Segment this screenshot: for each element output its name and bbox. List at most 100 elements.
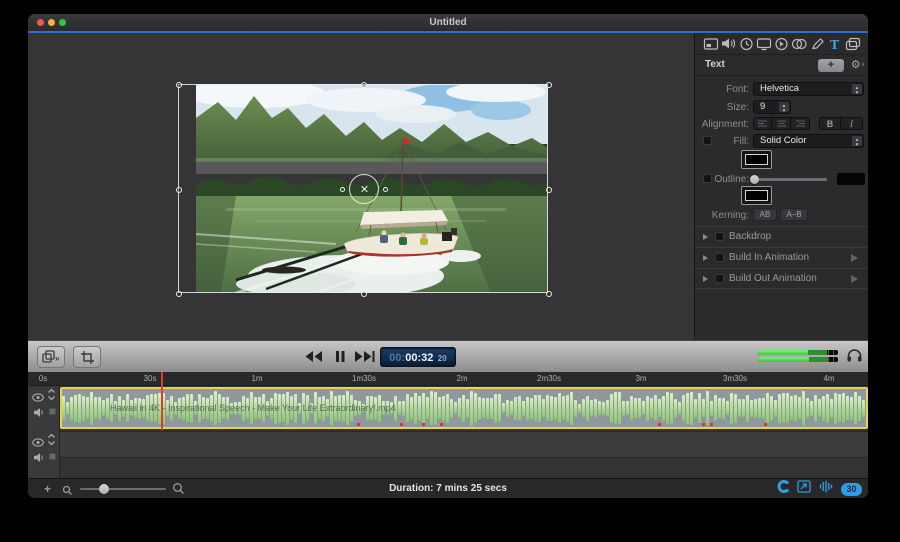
waveform-bar — [518, 396, 521, 420]
kerning-tighten-button[interactable]: AB — [753, 208, 777, 221]
font-label: Font: — [695, 82, 749, 97]
waveform-bar — [582, 399, 585, 417]
build-out-checkbox[interactable] — [715, 274, 724, 283]
waveform-bar — [706, 391, 709, 425]
touch-callout-icon[interactable] — [791, 36, 808, 51]
left-anchor-dot[interactable] — [340, 187, 345, 192]
waveform-bar — [94, 397, 97, 419]
preview-play-icon[interactable] — [851, 275, 858, 283]
selection-handle[interactable] — [546, 82, 552, 88]
italic-button[interactable]: I — [841, 117, 863, 130]
selection-handle[interactable] — [546, 187, 552, 193]
ruler-label: 3m — [635, 374, 646, 383]
playhead[interactable] — [161, 372, 163, 430]
waveform-bar — [574, 400, 577, 417]
font-dropdown[interactable]: Helvetica ▲▼ — [753, 82, 864, 96]
outline-slider-track[interactable] — [753, 178, 827, 181]
headphones-icon[interactable] — [846, 347, 863, 368]
canvas-area[interactable] — [28, 33, 694, 340]
timecode-display: 00:00:32 20 — [380, 347, 456, 367]
track-mute-icon[interactable] — [33, 450, 45, 468]
framerate-badge[interactable]: 30 — [841, 483, 862, 496]
app-window: Untitled — [28, 14, 868, 498]
selection-handle[interactable] — [176, 187, 182, 193]
ruler-label: 1m30s — [352, 374, 376, 383]
selection-handle[interactable] — [361, 291, 367, 297]
pause-button[interactable] — [334, 349, 346, 369]
stepper-icon: ▲▼ — [779, 102, 789, 112]
track-height-handle[interactable] — [49, 408, 56, 415]
right-anchor-dot[interactable] — [383, 187, 388, 192]
add-text-button[interactable]: + — [818, 59, 844, 72]
outline-slider-knob[interactable] — [750, 175, 759, 184]
gear-icon[interactable]: ⚙∨ — [851, 58, 865, 72]
selection-handle[interactable] — [176, 291, 182, 297]
disclosure-triangle-icon[interactable] — [703, 255, 708, 261]
selection-box[interactable] — [178, 84, 548, 293]
bold-button[interactable]: B — [819, 117, 841, 130]
align-center-button[interactable] — [772, 117, 791, 130]
track-height-handle[interactable] — [49, 453, 56, 460]
rewind-button[interactable] — [304, 349, 324, 369]
waveform-bar — [570, 392, 573, 425]
clip-marker — [658, 423, 661, 426]
kerning-loosen-button[interactable]: A–B — [780, 208, 808, 221]
waveform-bar — [810, 401, 813, 416]
build-in-animation-section[interactable]: Build In Animation — [695, 247, 868, 268]
track-reorder-icon[interactable] — [47, 388, 56, 406]
size-dropdown[interactable]: 9 ▲▼ — [753, 100, 791, 114]
waveform-bar — [858, 396, 861, 421]
selection-handle[interactable] — [361, 82, 367, 88]
track-reorder-icon[interactable] — [47, 433, 56, 451]
waveform-bar — [814, 395, 817, 422]
align-right-button[interactable] — [791, 117, 810, 130]
waveform-bar — [426, 397, 429, 419]
video-properties-icon[interactable] — [702, 36, 719, 51]
backdrop-section[interactable]: Backdrop — [695, 226, 868, 247]
build-out-animation-section[interactable]: Build Out Animation — [695, 268, 868, 289]
annotations-icon[interactable] — [809, 36, 826, 51]
fill-dropdown[interactable]: Solid Color ▲▼ — [753, 134, 864, 148]
waveform-bar — [622, 401, 625, 416]
text-properties-icon[interactable]: T — [826, 36, 843, 51]
screen-recording-properties-icon[interactable] — [755, 36, 772, 51]
waveform-bar — [606, 400, 609, 416]
selection-handle[interactable] — [176, 82, 182, 88]
waveform-bar — [502, 403, 505, 413]
build-in-checkbox[interactable] — [715, 253, 724, 262]
selection-handle[interactable] — [546, 291, 552, 297]
media-library-icon[interactable] — [844, 36, 861, 51]
fill-color-well[interactable] — [741, 150, 772, 169]
waveform-bar — [646, 396, 649, 421]
preview-play-icon[interactable] — [851, 254, 858, 262]
outline-color-well[interactable] — [741, 186, 772, 205]
align-left-button[interactable] — [753, 117, 772, 130]
fast-forward-button[interactable] — [354, 349, 376, 369]
add-clip-button[interactable]: » — [37, 346, 65, 368]
track-mute-icon[interactable] — [33, 405, 45, 423]
waveform-bar — [818, 399, 821, 417]
waveform-bar — [714, 395, 717, 421]
disclosure-triangle-icon[interactable] — [703, 234, 708, 240]
waveform-bar — [558, 393, 561, 423]
disclosure-triangle-icon[interactable] — [703, 276, 708, 282]
outline-value-box[interactable] — [837, 173, 865, 185]
scale-to-fit-icon[interactable] — [797, 480, 811, 498]
audio-waveform-icon[interactable] — [819, 480, 833, 498]
audio-properties-icon[interactable] — [720, 36, 737, 51]
waveform-bar — [746, 395, 749, 422]
video-clip[interactable]: Hawaii in 4K - Inspirational Speech - Ma… — [60, 387, 868, 429]
crop-button[interactable] — [73, 346, 101, 368]
waveform-bar — [70, 397, 73, 420]
track-2-lane[interactable] — [28, 431, 868, 458]
waveform-bar — [798, 397, 801, 419]
callout-icon[interactable] — [773, 36, 790, 51]
timeline-ruler[interactable]: 0s30s1m1m30s2m2m30s3m3m30s4m — [28, 372, 868, 386]
backdrop-checkbox[interactable] — [715, 232, 724, 241]
size-label: Size: — [695, 100, 749, 115]
stepper-icon: ▲▼ — [852, 136, 862, 146]
snapping-magnet-icon[interactable] — [775, 480, 789, 498]
video-motion-icon[interactable] — [738, 36, 755, 51]
waveform-bar — [842, 393, 845, 423]
size-row: Size: 9 ▲▼ — [695, 100, 868, 115]
